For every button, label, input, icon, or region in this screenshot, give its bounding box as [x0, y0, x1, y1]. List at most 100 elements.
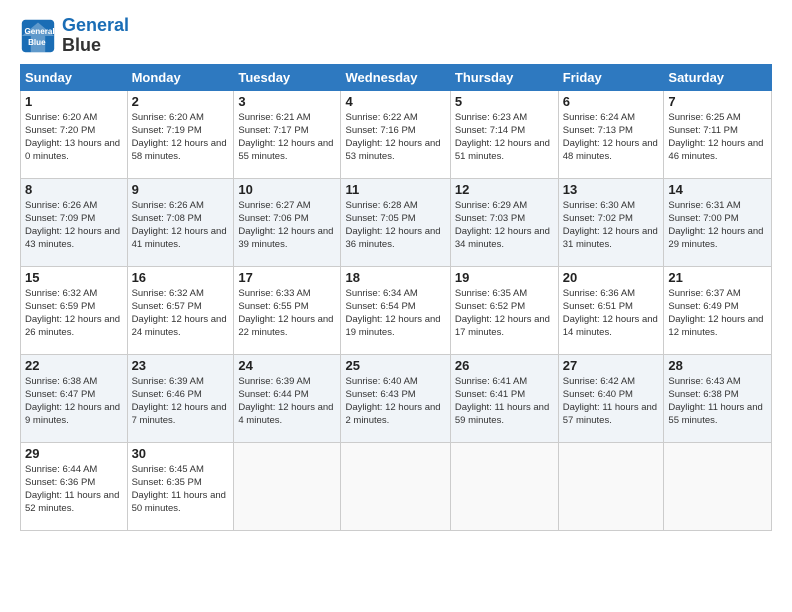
day-detail: Sunrise: 6:27 AMSunset: 7:06 PMDaylight:… — [238, 200, 333, 251]
day-detail: Sunrise: 6:31 AMSunset: 7:00 PMDaylight:… — [668, 200, 763, 251]
day-number: 12 — [455, 182, 554, 197]
calendar-week-row: 22 Sunrise: 6:38 AMSunset: 6:47 PMDaylig… — [21, 354, 772, 442]
day-number: 23 — [132, 358, 230, 373]
day-detail: Sunrise: 6:45 AMSunset: 6:35 PMDaylight:… — [132, 464, 226, 515]
calendar-cell: 2 Sunrise: 6:20 AMSunset: 7:19 PMDayligh… — [127, 90, 234, 178]
calendar-cell: 9 Sunrise: 6:26 AMSunset: 7:08 PMDayligh… — [127, 178, 234, 266]
day-number: 19 — [455, 270, 554, 285]
day-detail: Sunrise: 6:40 AMSunset: 6:43 PMDaylight:… — [345, 376, 440, 427]
day-number: 24 — [238, 358, 336, 373]
logo-text: GeneralBlue — [62, 16, 129, 56]
calendar-cell: 4 Sunrise: 6:22 AMSunset: 7:16 PMDayligh… — [341, 90, 450, 178]
day-detail: Sunrise: 6:24 AMSunset: 7:13 PMDaylight:… — [563, 112, 658, 163]
logo-icon: General Blue — [20, 18, 56, 54]
day-number: 16 — [132, 270, 230, 285]
calendar-cell — [234, 442, 341, 530]
calendar-cell — [558, 442, 664, 530]
calendar-cell: 10 Sunrise: 6:27 AMSunset: 7:06 PMDaylig… — [234, 178, 341, 266]
svg-text:Blue: Blue — [28, 38, 46, 47]
calendar-week-row: 8 Sunrise: 6:26 AMSunset: 7:09 PMDayligh… — [21, 178, 772, 266]
day-number: 6 — [563, 94, 660, 109]
calendar-cell: 7 Sunrise: 6:25 AMSunset: 7:11 PMDayligh… — [664, 90, 772, 178]
day-number: 1 — [25, 94, 123, 109]
calendar-week-row: 15 Sunrise: 6:32 AMSunset: 6:59 PMDaylig… — [21, 266, 772, 354]
header-day: Friday — [558, 64, 664, 90]
calendar-cell: 11 Sunrise: 6:28 AMSunset: 7:05 PMDaylig… — [341, 178, 450, 266]
day-detail: Sunrise: 6:32 AMSunset: 6:57 PMDaylight:… — [132, 288, 227, 339]
day-detail: Sunrise: 6:33 AMSunset: 6:55 PMDaylight:… — [238, 288, 333, 339]
day-detail: Sunrise: 6:35 AMSunset: 6:52 PMDaylight:… — [455, 288, 550, 339]
calendar-cell: 26 Sunrise: 6:41 AMSunset: 6:41 PMDaylig… — [450, 354, 558, 442]
calendar-cell: 21 Sunrise: 6:37 AMSunset: 6:49 PMDaylig… — [664, 266, 772, 354]
day-number: 15 — [25, 270, 123, 285]
calendar-header-row: SundayMondayTuesdayWednesdayThursdayFrid… — [21, 64, 772, 90]
day-number: 10 — [238, 182, 336, 197]
day-number: 3 — [238, 94, 336, 109]
calendar-cell: 13 Sunrise: 6:30 AMSunset: 7:02 PMDaylig… — [558, 178, 664, 266]
day-number: 2 — [132, 94, 230, 109]
day-number: 18 — [345, 270, 445, 285]
day-number: 22 — [25, 358, 123, 373]
day-detail: Sunrise: 6:20 AMSunset: 7:19 PMDaylight:… — [132, 112, 227, 163]
day-number: 4 — [345, 94, 445, 109]
day-detail: Sunrise: 6:39 AMSunset: 6:44 PMDaylight:… — [238, 376, 333, 427]
day-number: 25 — [345, 358, 445, 373]
header-day: Monday — [127, 64, 234, 90]
day-number: 9 — [132, 182, 230, 197]
header-day: Tuesday — [234, 64, 341, 90]
calendar-cell: 24 Sunrise: 6:39 AMSunset: 6:44 PMDaylig… — [234, 354, 341, 442]
calendar-cell: 8 Sunrise: 6:26 AMSunset: 7:09 PMDayligh… — [21, 178, 128, 266]
day-detail: Sunrise: 6:38 AMSunset: 6:47 PMDaylight:… — [25, 376, 120, 427]
calendar-cell: 25 Sunrise: 6:40 AMSunset: 6:43 PMDaylig… — [341, 354, 450, 442]
calendar-cell: 1 Sunrise: 6:20 AMSunset: 7:20 PMDayligh… — [21, 90, 128, 178]
day-detail: Sunrise: 6:26 AMSunset: 7:08 PMDaylight:… — [132, 200, 227, 251]
day-number: 27 — [563, 358, 660, 373]
calendar-cell — [450, 442, 558, 530]
calendar-cell: 30 Sunrise: 6:45 AMSunset: 6:35 PMDaylig… — [127, 442, 234, 530]
calendar-cell — [341, 442, 450, 530]
svg-text:General: General — [25, 27, 55, 36]
calendar-cell: 14 Sunrise: 6:31 AMSunset: 7:00 PMDaylig… — [664, 178, 772, 266]
calendar-cell: 18 Sunrise: 6:34 AMSunset: 6:54 PMDaylig… — [341, 266, 450, 354]
day-number: 20 — [563, 270, 660, 285]
day-number: 5 — [455, 94, 554, 109]
calendar-cell: 29 Sunrise: 6:44 AMSunset: 6:36 PMDaylig… — [21, 442, 128, 530]
calendar-cell: 16 Sunrise: 6:32 AMSunset: 6:57 PMDaylig… — [127, 266, 234, 354]
day-number: 21 — [668, 270, 767, 285]
day-number: 7 — [668, 94, 767, 109]
calendar-table: SundayMondayTuesdayWednesdayThursdayFrid… — [20, 64, 772, 531]
day-number: 28 — [668, 358, 767, 373]
calendar-cell — [664, 442, 772, 530]
calendar-body: 1 Sunrise: 6:20 AMSunset: 7:20 PMDayligh… — [21, 90, 772, 530]
calendar-cell: 6 Sunrise: 6:24 AMSunset: 7:13 PMDayligh… — [558, 90, 664, 178]
day-number: 13 — [563, 182, 660, 197]
header-day: Thursday — [450, 64, 558, 90]
day-detail: Sunrise: 6:36 AMSunset: 6:51 PMDaylight:… — [563, 288, 658, 339]
calendar-cell: 3 Sunrise: 6:21 AMSunset: 7:17 PMDayligh… — [234, 90, 341, 178]
day-number: 11 — [345, 182, 445, 197]
day-number: 29 — [25, 446, 123, 461]
calendar-cell: 15 Sunrise: 6:32 AMSunset: 6:59 PMDaylig… — [21, 266, 128, 354]
day-detail: Sunrise: 6:34 AMSunset: 6:54 PMDaylight:… — [345, 288, 440, 339]
day-detail: Sunrise: 6:26 AMSunset: 7:09 PMDaylight:… — [25, 200, 120, 251]
calendar-cell: 20 Sunrise: 6:36 AMSunset: 6:51 PMDaylig… — [558, 266, 664, 354]
calendar-cell: 17 Sunrise: 6:33 AMSunset: 6:55 PMDaylig… — [234, 266, 341, 354]
day-number: 26 — [455, 358, 554, 373]
day-detail: Sunrise: 6:29 AMSunset: 7:03 PMDaylight:… — [455, 200, 550, 251]
calendar-cell: 19 Sunrise: 6:35 AMSunset: 6:52 PMDaylig… — [450, 266, 558, 354]
day-detail: Sunrise: 6:30 AMSunset: 7:02 PMDaylight:… — [563, 200, 658, 251]
day-detail: Sunrise: 6:20 AMSunset: 7:20 PMDaylight:… — [25, 112, 120, 163]
day-number: 14 — [668, 182, 767, 197]
day-detail: Sunrise: 6:32 AMSunset: 6:59 PMDaylight:… — [25, 288, 120, 339]
day-detail: Sunrise: 6:37 AMSunset: 6:49 PMDaylight:… — [668, 288, 763, 339]
day-number: 8 — [25, 182, 123, 197]
calendar-cell: 12 Sunrise: 6:29 AMSunset: 7:03 PMDaylig… — [450, 178, 558, 266]
day-detail: Sunrise: 6:42 AMSunset: 6:40 PMDaylight:… — [563, 376, 657, 427]
header: General Blue GeneralBlue — [20, 16, 772, 56]
day-detail: Sunrise: 6:28 AMSunset: 7:05 PMDaylight:… — [345, 200, 440, 251]
day-detail: Sunrise: 6:23 AMSunset: 7:14 PMDaylight:… — [455, 112, 550, 163]
calendar-week-row: 1 Sunrise: 6:20 AMSunset: 7:20 PMDayligh… — [21, 90, 772, 178]
calendar-cell: 27 Sunrise: 6:42 AMSunset: 6:40 PMDaylig… — [558, 354, 664, 442]
header-day: Sunday — [21, 64, 128, 90]
calendar-cell: 28 Sunrise: 6:43 AMSunset: 6:38 PMDaylig… — [664, 354, 772, 442]
